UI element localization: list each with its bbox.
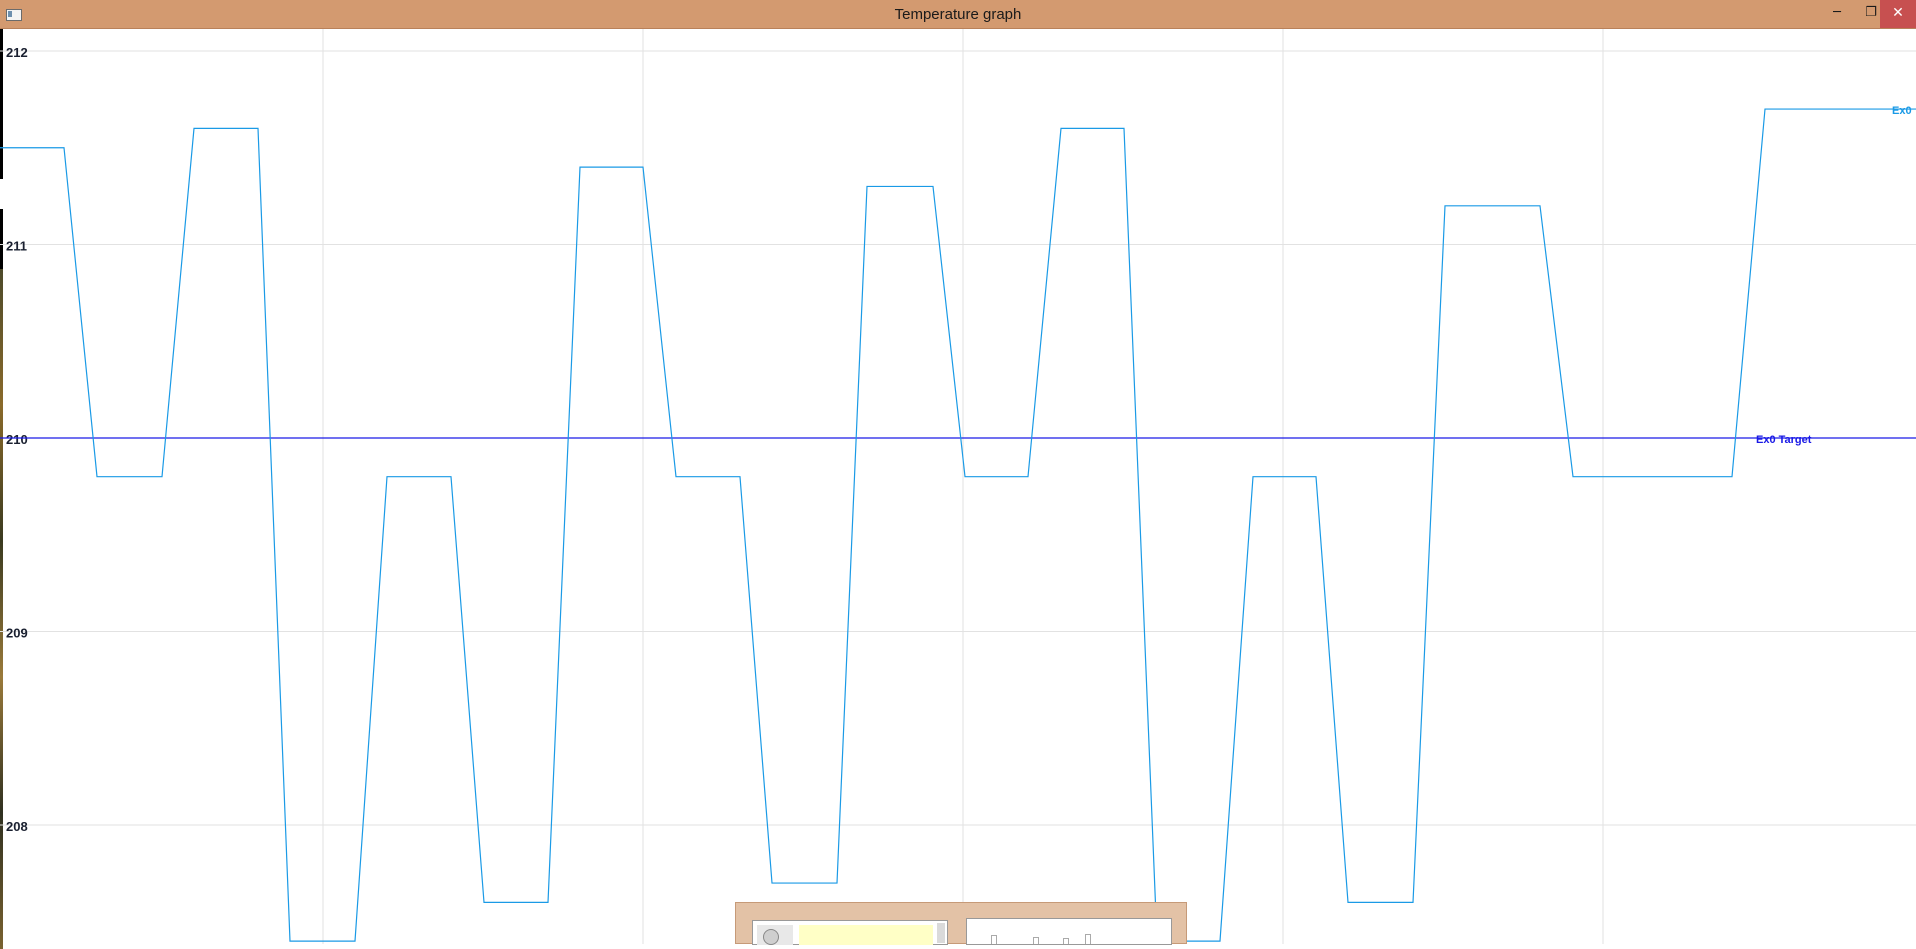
preview-mark: [1063, 938, 1069, 944]
preview-thumbnail-main-window[interactable]: [752, 920, 948, 945]
series-label-ex0-target: Ex0 Target: [1756, 434, 1812, 446]
preview-mark: [991, 935, 997, 944]
temperature-chart: 212 211 210 209 208 Ex0 Target Ex0: [0, 29, 1916, 944]
preview-content: [799, 925, 933, 945]
taskbar-preview-popup[interactable]: [735, 902, 1187, 945]
preview-sidebar: [757, 925, 793, 945]
series-line-ex0: [0, 108, 1916, 942]
title-bar[interactable]: Temperature graph ─ ❐ ✕: [0, 0, 1916, 29]
preview-mark: [1033, 937, 1039, 944]
y-tick-label: 209: [6, 626, 28, 641]
window-title: Temperature graph: [894, 6, 1022, 23]
y-tick-label: 211: [6, 239, 27, 254]
preview-mark: [1085, 934, 1091, 944]
minimize-button[interactable]: ─: [1820, 0, 1854, 28]
close-button[interactable]: ✕: [1880, 0, 1916, 28]
series-label-ex0: Ex0: [1892, 105, 1912, 117]
preview-scrollbar: [937, 923, 945, 943]
y-tick-label: 212: [6, 45, 28, 60]
y-tick-label: 210: [6, 432, 28, 447]
preview-thumbnail-graph-window[interactable]: [966, 918, 1172, 945]
y-tick-label: 208: [6, 819, 28, 834]
